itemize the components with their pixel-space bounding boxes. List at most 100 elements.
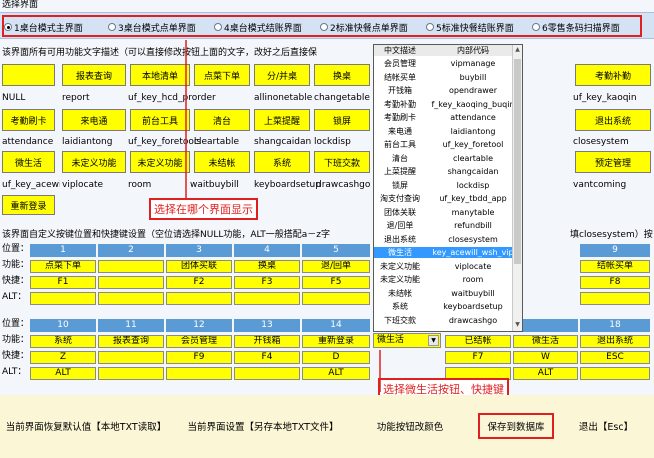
shortcut-select[interactable]: D	[302, 351, 370, 364]
func-button[interactable]: 未结帐	[194, 151, 250, 173]
func-button[interactable]: 换桌	[314, 64, 370, 86]
shortcut-select[interactable]	[98, 276, 164, 289]
radio-table-checkout[interactable]: 4桌台模式结账界面	[214, 21, 302, 34]
dropdown-option[interactable]: 开钱箱 opendrawer	[374, 85, 522, 96]
func-button[interactable]: 报表查询	[62, 64, 126, 86]
dropdown-option[interactable]: 来电通 laidiantong	[374, 126, 522, 137]
function-select[interactable]: 系统	[30, 335, 96, 348]
alt-select[interactable]	[166, 367, 232, 380]
radio-button-icon[interactable]	[320, 23, 328, 31]
func-button[interactable]: 上菜提醒	[254, 109, 310, 131]
chevron-down-icon[interactable]: ▼	[428, 335, 439, 346]
func-button[interactable]: 下班交款	[314, 151, 370, 173]
scroll-down-icon[interactable]: ▼	[514, 321, 521, 329]
func-button[interactable]: 来电通	[62, 109, 126, 131]
shortcut-select[interactable]: Z	[30, 351, 96, 364]
dropdown-option[interactable]: 淘支付查询 uf_key_tbdd_app	[374, 193, 522, 204]
shortcut-select[interactable]: F2	[166, 276, 232, 289]
func-button[interactable]: 系统	[254, 151, 310, 173]
dropdown-option[interactable]: 系统 keyboardsetup	[374, 301, 522, 312]
dropdown-option[interactable]: 退出系统 closesystem	[374, 234, 522, 245]
func-button[interactable]: 点菜下单	[194, 64, 250, 86]
dropdown-option-selected[interactable]: 微生活 key_acewill_wsh_vip	[374, 247, 522, 259]
function-select[interactable]: 退/回单	[302, 260, 370, 273]
function-select[interactable]: 换桌	[234, 260, 300, 273]
alt-select[interactable]	[166, 292, 232, 305]
change-button-color-button[interactable]: 功能按钮改颜色	[360, 413, 460, 439]
alt-select[interactable]	[302, 292, 370, 305]
function-select[interactable]: 会员管理	[166, 335, 232, 348]
function-select[interactable]: 开钱箱	[234, 335, 300, 348]
function-select[interactable]: 结帐买单	[580, 260, 650, 273]
radio-button-icon[interactable]	[426, 23, 434, 31]
radio-retail-scan[interactable]: 6零售条码扫描界面	[532, 21, 620, 34]
shortcut-select[interactable]: F3	[234, 276, 300, 289]
scroll-up-icon[interactable]: ▲	[514, 46, 521, 54]
dropdown-option[interactable]: 清台 cleartable	[374, 153, 522, 164]
shortcut-select[interactable]: W	[513, 351, 578, 364]
radio-button-icon[interactable]	[4, 23, 12, 31]
function-select[interactable]: 退出系统	[580, 335, 650, 348]
scrollbar-thumb[interactable]	[514, 59, 521, 264]
alt-select[interactable]	[580, 367, 650, 380]
dropdown-option[interactable]: 前台工具 uf_key_foretool	[374, 139, 522, 150]
func-button[interactable]: 前台工具	[130, 109, 190, 131]
dropdown-option[interactable]: 锁屏 lockdisp	[374, 180, 522, 191]
alt-select[interactable]	[98, 367, 164, 380]
func-button[interactable]: 退出系统	[575, 109, 651, 131]
radio-button-icon[interactable]	[532, 23, 540, 31]
dropdown-option[interactable]: 下班交款 drawcashgo	[374, 315, 522, 326]
relogin-button[interactable]: 重新登录	[2, 195, 55, 215]
shortcut-select[interactable]: F9	[166, 351, 232, 364]
function-select[interactable]: 微生活	[513, 335, 578, 348]
dropdown-option[interactable]: 结帐买单 buybill	[374, 72, 522, 83]
alt-select[interactable]	[580, 292, 650, 305]
radio-main-screen[interactable]: 1桌台模式主界面	[4, 21, 83, 34]
function-select[interactable]: 已结帐	[445, 335, 511, 348]
function-select[interactable]	[98, 260, 164, 273]
func-button[interactable]: 分/并桌	[254, 64, 310, 86]
func-button[interactable]: 本地清单	[130, 64, 190, 86]
alt-select[interactable]: ALT	[513, 367, 578, 380]
dropdown-option[interactable]: 考勤补勤 f_key_kaoqing_buqin	[374, 99, 522, 110]
alt-select[interactable]	[234, 367, 300, 380]
dropdown-option[interactable]: 未定义功能 viplocate	[374, 261, 522, 272]
alt-select[interactable]: ALT	[302, 367, 370, 380]
shortcut-select[interactable]: ESC	[580, 351, 650, 364]
radio-button-icon[interactable]	[108, 23, 116, 31]
save-local-txt-button[interactable]: 当前界面设置【另存本地TXT文件】	[178, 413, 348, 439]
shortcut-select[interactable]: F7	[445, 351, 511, 364]
function-select[interactable]: 报表查询	[98, 335, 164, 348]
save-to-database-button[interactable]: 保存到数据库	[478, 413, 554, 439]
function-select[interactable]: 团体买联	[166, 260, 232, 273]
exit-button[interactable]: 退出【Esc】	[566, 413, 646, 439]
radio-button-icon[interactable]	[214, 23, 222, 31]
alt-select[interactable]: ALT	[30, 367, 96, 380]
func-button[interactable]: 考勤刷卡	[2, 109, 55, 131]
dropdown-option[interactable]: 考勤刷卡 attendance	[374, 112, 522, 123]
shortcut-select[interactable]: F4	[234, 351, 300, 364]
function-dropdown-list[interactable]: 中文描述 内部代码 会员管理 vipmanage 结帐买单 buybill 开钱箱 op…	[373, 44, 523, 332]
alt-select[interactable]	[234, 292, 300, 305]
func-button[interactable]: 未定义功能	[62, 151, 126, 173]
shortcut-select[interactable]: F5	[302, 276, 370, 289]
radio-fast-checkout[interactable]: 5标准快餐结账界面	[426, 21, 514, 34]
func-button[interactable]: 清台	[194, 109, 250, 131]
dropdown-option[interactable]: 团体关联 manytable	[374, 207, 522, 218]
dropdown-option[interactable]: 会员管理 vipmanage	[374, 58, 522, 69]
func-button[interactable]: 未定义功能	[130, 151, 190, 173]
dropdown-scrollbar[interactable]: ▲ ▼	[512, 45, 522, 331]
func-button[interactable]: 预定管理	[575, 151, 651, 173]
dropdown-option[interactable]: 未定义功能 room	[374, 274, 522, 285]
shortcut-select[interactable]: F8	[580, 276, 650, 289]
alt-select[interactable]	[30, 292, 96, 305]
radio-table-order[interactable]: 3桌台模式点单界面	[108, 21, 196, 34]
radio-fast-order[interactable]: 2标准快餐点单界面	[320, 21, 408, 34]
shortcut-select[interactable]: F1	[30, 276, 96, 289]
function-select[interactable]: 点菜下单	[30, 260, 96, 273]
dropdown-option[interactable]: 退/回单 refundbill	[374, 220, 522, 231]
function-combobox[interactable]: 微生活 ▼	[373, 333, 441, 348]
func-button[interactable]: 微生活	[2, 151, 55, 173]
func-button[interactable]	[2, 64, 55, 86]
dropdown-option[interactable]: 上菜提醒 shangcaidan	[374, 166, 522, 177]
